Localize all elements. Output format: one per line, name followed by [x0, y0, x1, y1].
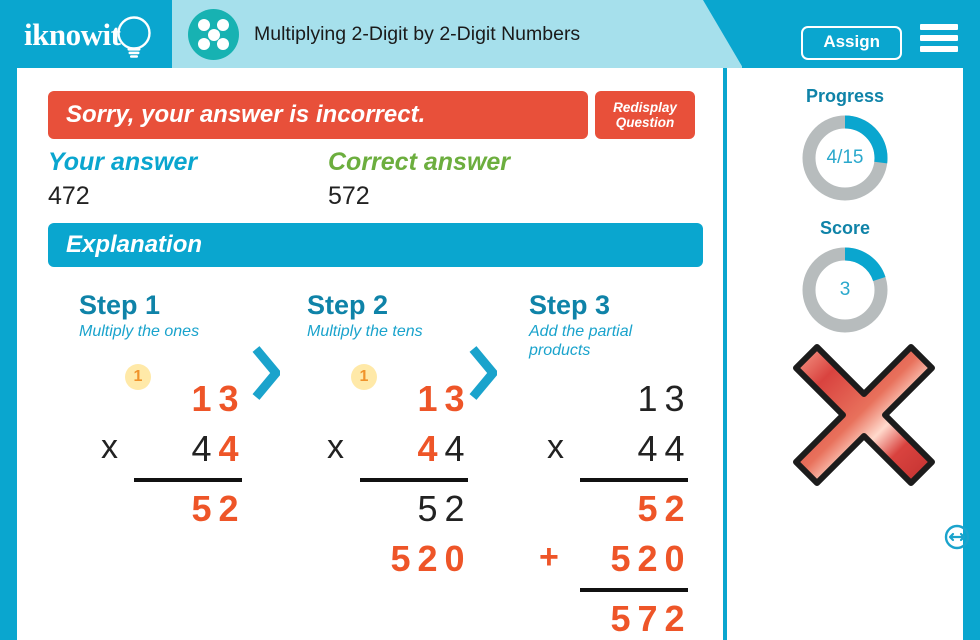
feedback-banner: Sorry, your answer is incorrect. [48, 91, 588, 139]
horizontal-rule [580, 478, 688, 482]
math-row-multiplicand: 13 [305, 378, 480, 428]
step-subtitle: Multiply the tens [307, 323, 423, 340]
step-subtitle: Add the partial products [529, 323, 633, 359]
your-answer-label: Your answer [48, 148, 198, 176]
next-arrow-icon[interactable] [944, 524, 970, 550]
red-x-mark-icon [793, 344, 935, 486]
logo-wordmark: iknowit [24, 17, 121, 52]
explanation-header: Explanation [48, 223, 703, 267]
digit: 4 [637, 428, 658, 469]
your-answer-value: 472 [48, 182, 90, 210]
digit: 5 [610, 598, 631, 639]
worked-example-step-2: 113x4452520 [305, 364, 480, 588]
lightbulb-icon [117, 16, 151, 58]
app-header: iknowit Multiplying 2-Digit by 2-Digit N… [0, 0, 980, 68]
digit: 3 [444, 378, 465, 419]
redisplay-line-1: Redisplay [613, 100, 677, 115]
die-five-icon [188, 9, 239, 60]
redisplay-question-button[interactable]: Redisplay Question [595, 91, 695, 139]
digit: 3 [664, 378, 685, 419]
progress-label: Progress [805, 86, 885, 106]
math-row-multiplier: x 44 [79, 428, 254, 478]
correct-answer-value: 572 [328, 182, 370, 210]
digit: 1 [191, 378, 212, 419]
digit: 5 [417, 488, 438, 529]
hamburger-menu-icon[interactable] [920, 24, 958, 54]
assign-button[interactable]: Assign [801, 26, 902, 60]
app-root: iknowit Multiplying 2-Digit by 2-Digit N… [0, 0, 980, 640]
digit: 2 [637, 538, 658, 579]
digit: 0 [664, 538, 685, 579]
horizontal-rule [360, 478, 468, 482]
feedback-message: Sorry, your answer is incorrect. [66, 101, 426, 128]
explanation-title: Explanation [66, 231, 203, 258]
horizontal-rule [134, 478, 242, 482]
digit: 1 [637, 378, 658, 419]
digit: 0 [444, 538, 465, 579]
step-title: Step 1 [79, 290, 161, 320]
math-row-addend: +5 2 0 [525, 538, 700, 588]
digit: 3 [218, 378, 239, 419]
digit: 4 [444, 428, 465, 469]
redisplay-line-2: Question [615, 115, 675, 130]
step-title: Step 3 [529, 290, 611, 320]
digit: 1 [417, 378, 438, 419]
topic-banner: Multiplying 2-Digit by 2-Digit Numbers [172, 0, 743, 68]
digit: 2 [417, 538, 438, 579]
status-sidebar: Progress 4/15 Score 3 [727, 68, 970, 640]
iknowit-logo[interactable]: iknowit [24, 12, 174, 58]
content-frame: Sorry, your answer is incorrect. Redispl… [17, 68, 970, 640]
lesson-title: Multiplying 2-Digit by 2-Digit Numbers [254, 23, 581, 45]
score-label: Score [819, 218, 871, 238]
math-row-sum: 572 [525, 598, 700, 640]
math-row-multiplicand: 13 [525, 378, 700, 428]
operator: x [327, 428, 344, 466]
digit: 4 [218, 428, 239, 469]
digit: 4 [191, 428, 212, 469]
math-row-multiplier: x 44 [305, 428, 480, 478]
step-heading-1: Step 1 Multiply the ones [79, 290, 254, 341]
progress-value: 4/15 [826, 147, 864, 168]
score-value: 3 [839, 279, 851, 300]
worked-example-step-1: 113x4452 [79, 364, 254, 538]
horizontal-rule [580, 588, 688, 592]
digit: 5 [390, 538, 411, 579]
worked-example-step-3: 1 3 x 4 4 5 2 +5 2 0 5 7 2 [525, 378, 700, 640]
step-heading-3: Step 3 Add the partial products [529, 290, 689, 360]
math-row-product: 52 [525, 488, 700, 538]
digit: 5 [610, 538, 631, 579]
digit: 4 [417, 428, 438, 469]
step-heading-2: Step 2 Multiply the tens [307, 290, 482, 341]
digit: 5 [637, 488, 658, 529]
digit: 2 [444, 488, 465, 529]
score-gauge: 3 [799, 244, 891, 336]
main-panel: Sorry, your answer is incorrect. Redispl… [17, 68, 723, 640]
digit: 2 [664, 598, 685, 639]
digit: 5 [191, 488, 212, 529]
math-row-product: 52 [79, 488, 254, 538]
math-row-multiplicand: 13 [79, 378, 254, 428]
digit: 7 [637, 598, 658, 639]
operator: x [101, 428, 118, 466]
progress-gauge: 4/15 [799, 112, 891, 204]
operator: + [539, 538, 559, 576]
math-row-product: 52 [305, 488, 480, 538]
digit: 4 [664, 428, 685, 469]
math-row-product2: 520 [305, 538, 480, 588]
digit: 2 [664, 488, 685, 529]
step-title: Step 2 [307, 290, 389, 320]
math-row-multiplier: x 44 [525, 428, 700, 478]
operator: x [547, 428, 564, 466]
step-subtitle: Multiply the ones [79, 323, 200, 340]
digit: 2 [218, 488, 239, 529]
correct-answer-label: Correct answer [328, 148, 511, 176]
chevron-right-icon-1 [252, 346, 280, 400]
